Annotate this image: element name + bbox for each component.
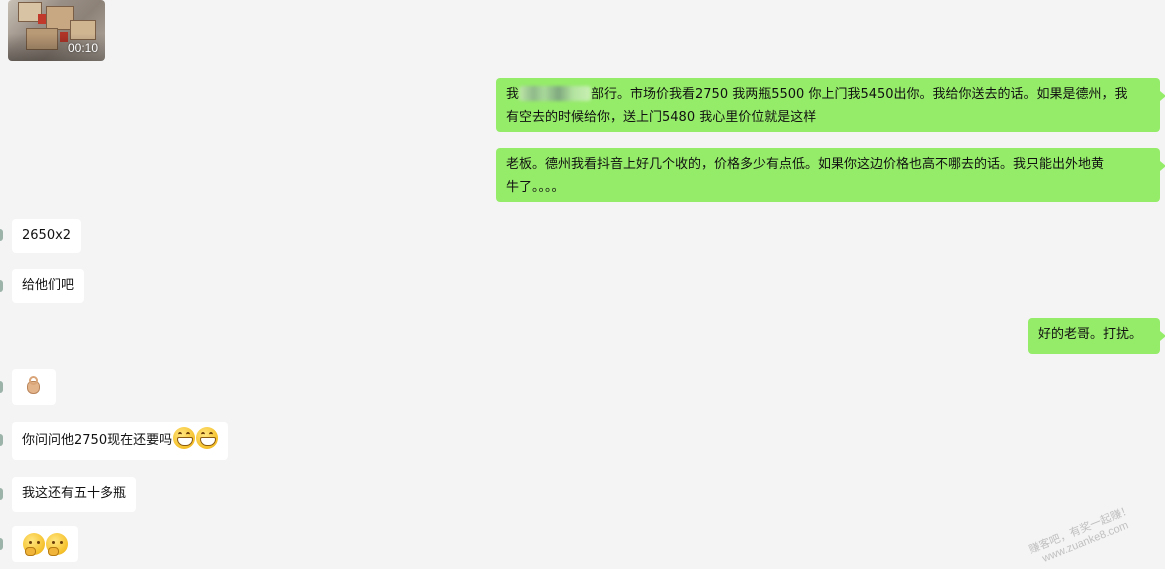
- message-text: 有空去的时候给你，送上门5480 我心里价位就是这样: [506, 110, 817, 125]
- grinning-face-icon: [196, 427, 219, 449]
- outgoing-message[interactable]: 老板。德州我看抖音上好几个收的，价格多少有点低。如果你这边价格也高不哪去的话。我…: [496, 148, 1165, 202]
- incoming-message[interactable]: 2650x2: [12, 219, 82, 253]
- message-text: 我这还有五十多瓶: [22, 486, 127, 501]
- message-text: 部行。市场价我看2750 我两瓶5500 你上门我5450出你。我给你送去的话。…: [591, 87, 1128, 102]
- avatar[interactable]: [0, 280, 3, 292]
- avatar[interactable]: [0, 381, 3, 393]
- incoming-message[interactable]: [12, 526, 78, 562]
- incoming-message[interactable]: 你问问他2750现在还要吗: [12, 422, 229, 460]
- redacted-text: [519, 86, 592, 101]
- grinning-face-icon: [173, 427, 196, 449]
- avatar[interactable]: [0, 229, 3, 241]
- avatar[interactable]: [0, 488, 3, 500]
- avatar[interactable]: [0, 434, 3, 446]
- message-text: 你问问他2750现在还要吗: [22, 433, 173, 448]
- video-duration: 00:10: [67, 41, 98, 55]
- outgoing-message[interactable]: 我 部行。市场价我看2750 我两瓶5500 你上门我5450出你。我给你送去的话…: [496, 78, 1165, 132]
- message-text: 2650x2: [22, 228, 72, 243]
- incoming-message[interactable]: 我这还有五十多瓶: [12, 477, 137, 512]
- message-text: 给他们吧: [22, 278, 75, 293]
- message-text: 牛了。。。。: [506, 180, 565, 195]
- watermark: 赚客吧，有奖一起赚！ www.zuanke8.com: [1027, 504, 1139, 569]
- incoming-message[interactable]: [12, 369, 56, 405]
- message-text: 我: [506, 87, 520, 102]
- incoming-message[interactable]: 给他们吧: [12, 269, 85, 303]
- message-text: 好的老哥。打扰。: [1038, 327, 1143, 342]
- video-message-thumbnail[interactable]: 00:10: [8, 0, 105, 61]
- outgoing-message[interactable]: 好的老哥。打扰。: [1028, 318, 1165, 354]
- message-text: 老板。德州我看抖音上好几个收的，价格多少有点低。如果你这边价格也高不哪去的话。我…: [506, 157, 1105, 172]
- ok-hand-icon: [25, 375, 41, 394]
- avatar[interactable]: [0, 538, 3, 550]
